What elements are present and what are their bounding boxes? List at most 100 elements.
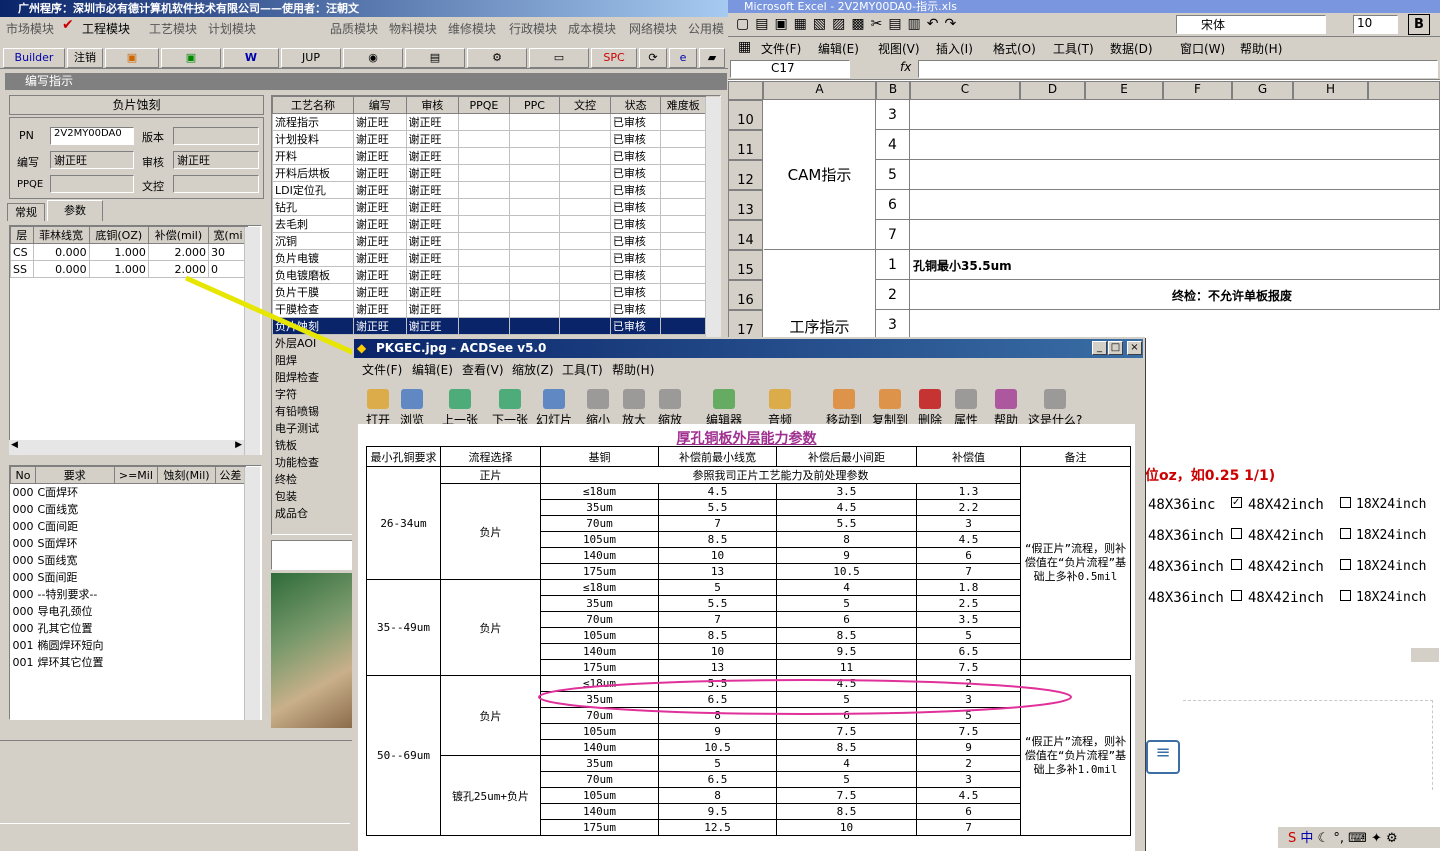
process-col-header[interactable]: 审核 — [405, 96, 460, 114]
computer-icon[interactable]: ▭ — [529, 48, 589, 68]
column-header-blank[interactable] — [1368, 81, 1440, 100]
process-col-header[interactable]: PPC — [508, 96, 561, 114]
menu-plan[interactable]: 计划模块 — [208, 20, 256, 37]
column-header[interactable]: D — [1020, 81, 1085, 100]
cell-b[interactable]: 2 — [876, 280, 910, 310]
menu-process[interactable]: 工艺模块 — [149, 20, 197, 37]
column-header[interactable]: A — [763, 81, 876, 100]
word-icon[interactable]: W — [223, 48, 279, 68]
menu-common[interactable]: 公用模 — [688, 20, 724, 37]
builder-button[interactable]: Builder — [3, 48, 65, 68]
req-row[interactable]: 000 --特别要求-- — [11, 586, 246, 603]
acdsee-tool-2[interactable]: 上一张 — [442, 389, 478, 428]
row-header[interactable]: 11 — [728, 130, 763, 160]
process-row[interactable]: 负片电镀 谢正旺 谢正旺 已审核 — [272, 249, 706, 267]
size-checkbox[interactable] — [1340, 528, 1351, 539]
process-col-header[interactable]: 编写 — [352, 96, 407, 114]
cell-c16[interactable]: 终检：不允许单板报废 — [910, 280, 1440, 310]
excel-menu-item[interactable]: 视图(V) — [878, 40, 920, 57]
req-row[interactable]: 000 C面间距 — [11, 518, 246, 535]
size-checkbox[interactable] — [1231, 559, 1242, 570]
column-header[interactable]: G — [1232, 81, 1293, 100]
refresh-icon[interactable]: ⟳ — [639, 48, 667, 68]
menu-quality[interactable]: 品质模块 — [330, 20, 378, 37]
cell-b[interactable]: 5 — [876, 160, 910, 190]
process-row[interactable]: 开料后烘板 谢正旺 谢正旺 已审核 — [272, 164, 706, 182]
note-field[interactable] — [271, 540, 353, 570]
req-row[interactable]: 000 C面线宽 — [11, 501, 246, 518]
acdsee-tool-1[interactable]: 浏览 — [400, 389, 424, 428]
process-row[interactable]: 沉铜 谢正旺 谢正旺 已审核 — [272, 232, 706, 250]
cell-c[interactable] — [910, 130, 1440, 160]
process-col-header[interactable]: 工艺名称 — [272, 96, 354, 114]
cell-b[interactable]: 4 — [876, 130, 910, 160]
excel-menu-item[interactable]: 工具(T) — [1053, 40, 1094, 57]
req-col-header[interactable]: 蚀刻(Mil) — [157, 466, 216, 484]
req-col-header[interactable]: >=Mil — [113, 466, 159, 484]
acdsee-tool-13[interactable]: 属性 — [954, 389, 978, 428]
font-select[interactable]: 宋体 — [1176, 15, 1326, 34]
excel-menu-item[interactable]: 插入(I) — [936, 40, 973, 57]
req-col-header[interactable]: 要求 — [35, 466, 115, 484]
name-box[interactable]: C17 — [730, 60, 850, 78]
process-col-header[interactable]: 状态 — [609, 96, 662, 114]
size-checkbox[interactable] — [1340, 559, 1351, 570]
process-row[interactable]: 计划投料 谢正旺 谢正旺 已审核 — [272, 130, 706, 148]
horizontal-scrollbar[interactable]: ◀ ▶ — [9, 440, 244, 455]
req-row[interactable]: 001 焊环其它位置 — [11, 654, 246, 671]
req-row[interactable]: 000 S面间距 — [11, 569, 246, 586]
layer-col-header[interactable]: 底铜(OZ) — [88, 226, 149, 244]
menu-engineering[interactable]: 工程模块 — [82, 20, 130, 37]
close-icon[interactable]: × — [1127, 341, 1142, 355]
acdsee-tool-15[interactable]: 这是什么? — [1028, 389, 1082, 428]
req-col-header[interactable]: 公差 — [214, 466, 247, 484]
layer-col-header[interactable]: 宽(mi — [207, 226, 249, 244]
acdsee-tool-5[interactable]: 缩小 — [586, 389, 610, 428]
process-row[interactable]: 负片蚀刻 谢正旺 谢正旺 已审核 — [272, 317, 706, 335]
maximize-icon[interactable]: □ — [1108, 341, 1123, 355]
size-checkbox[interactable] — [1340, 497, 1351, 508]
menu-cost[interactable]: 成本模块 — [568, 20, 616, 37]
process-col-header[interactable]: 文控 — [559, 96, 611, 114]
formula-input[interactable] — [918, 60, 1438, 78]
jup-button[interactable]: JUP — [281, 48, 341, 68]
corner-cell[interactable] — [728, 81, 763, 100]
layer-col-header[interactable]: 补偿(mil) — [147, 226, 209, 244]
acdsee-menu-item[interactable]: 文件(F) — [362, 361, 402, 378]
acdsee-tool-6[interactable]: 放大 — [622, 389, 646, 428]
version-field[interactable] — [173, 127, 259, 145]
acdsee-menu-item[interactable]: 编辑(E) — [412, 361, 453, 378]
excel-menu-item[interactable]: 格式(O) — [993, 40, 1036, 57]
size-checkbox[interactable] — [1340, 590, 1351, 601]
size-checkbox[interactable] — [1231, 590, 1242, 601]
row-header[interactable]: 14 — [728, 220, 763, 250]
cell-b[interactable]: 3 — [876, 100, 910, 130]
process-row[interactable]: LDI定位孔 谢正旺 谢正旺 已审核 — [272, 181, 706, 199]
spc-button[interactable]: SPC — [591, 48, 637, 68]
size-checkbox[interactable] — [1231, 528, 1242, 539]
process-row[interactable]: 去毛刺 谢正旺 谢正旺 已审核 — [272, 215, 706, 233]
size-select[interactable]: 10 — [1353, 15, 1398, 34]
acdsee-tool-8[interactable]: 编辑器 — [706, 389, 742, 428]
acdsee-tool-0[interactable]: 打开 — [366, 389, 390, 428]
process-row[interactable]: 开料 谢正旺 谢正旺 已审核 — [272, 147, 706, 165]
tab-params[interactable]: 参数 — [47, 200, 103, 221]
process-row[interactable]: 干膜检查 谢正旺 谢正旺 已审核 — [272, 300, 706, 318]
req-row[interactable]: 000 孔其它位置 — [11, 620, 246, 637]
acdsee-tool-11[interactable]: 复制到 — [872, 389, 908, 428]
req-row[interactable]: 000 S面焊环 — [11, 535, 246, 552]
menu-material[interactable]: 物料模块 — [389, 20, 437, 37]
column-header[interactable]: H — [1293, 81, 1368, 100]
layer-row[interactable]: SS 0.000 1.000 2.000 0 — [10, 260, 249, 278]
menu-market[interactable]: 市场模块 — [6, 20, 54, 37]
ppqe-field[interactable] — [50, 175, 134, 193]
row-header[interactable]: 13 — [728, 190, 763, 220]
row-header[interactable]: 15 — [728, 250, 763, 280]
acdsee-tool-3[interactable]: 下一张 — [492, 389, 528, 428]
cell-b[interactable]: 3 — [876, 310, 910, 340]
excel-menu-item[interactable]: 编辑(E) — [818, 40, 859, 57]
ime-bar[interactable]: S 中 ☾ °, ⌨ ✦ ⚙ — [1278, 826, 1440, 848]
req-col-header[interactable]: No — [10, 466, 36, 484]
cell-b[interactable]: 7 — [876, 220, 910, 250]
writer-field[interactable]: 谢正旺 — [50, 151, 134, 169]
